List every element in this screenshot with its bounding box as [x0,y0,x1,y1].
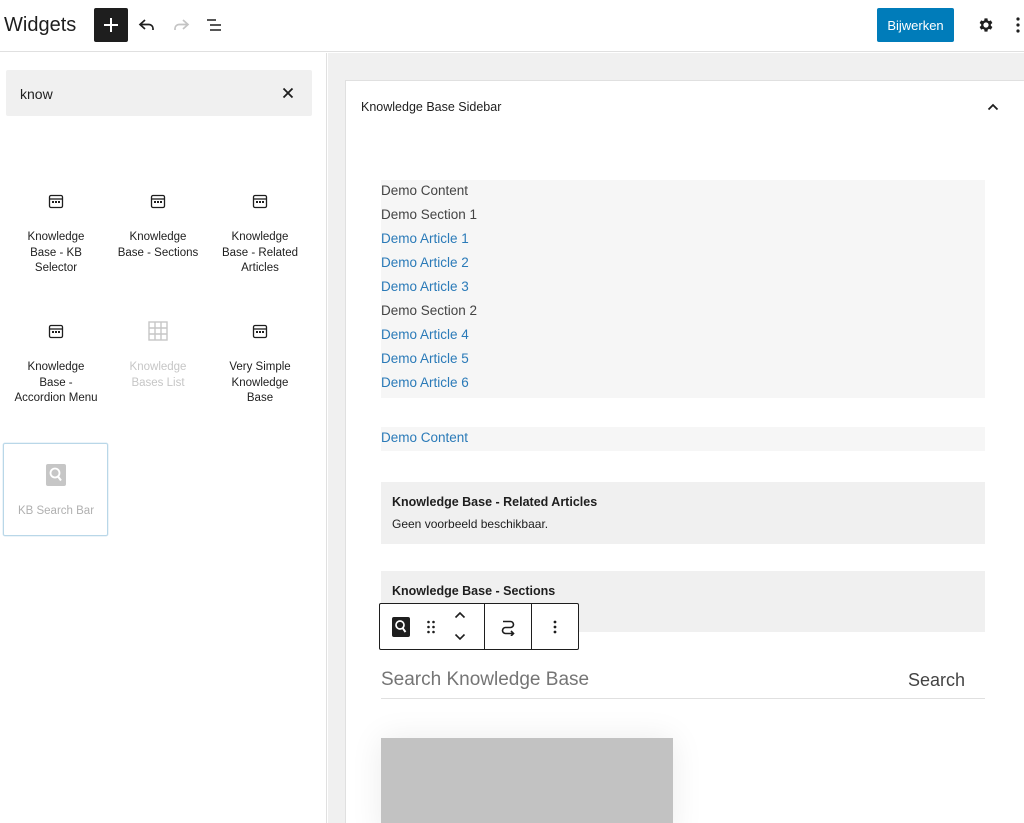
block-options-button[interactable] [532,604,578,649]
list-item: Demo Section 1 [381,207,478,222]
redo-icon [174,19,190,30]
widget-area-header[interactable]: Knowledge Base Sidebar [346,81,1024,135]
block-item-label: Knowledge Bases List [129,361,187,389]
list-item-link[interactable]: Demo Article 6 [381,374,469,392]
list-item-link[interactable]: Demo Article 3 [381,278,469,296]
widget-area-kb-sidebar: Knowledge Base Sidebar Demo Content Demo… [345,80,1024,823]
list-item-link[interactable]: Demo Article 5 [381,350,469,368]
transform-button[interactable] [485,604,531,649]
image-placeholder [381,738,673,823]
block-inserter-toggle-button[interactable] [94,8,128,42]
undo-button[interactable] [134,12,160,38]
block-item-very-simple-kb[interactable]: Very Simple Knowledge Base [208,308,312,420]
block-item-label: Knowledge Base - Sections [117,231,199,259]
block-item-label: Knowledge Base - Related Articles [221,231,299,274]
block-item-label: KB Search Bar [17,505,95,517]
block-item-kb-related-articles[interactable]: Knowledge Base - Related Articles [208,178,312,290]
transform-icon [501,620,515,636]
kb-search-bar-block[interactable]: Search Knowledge Base Search [381,661,985,699]
drag-handle-icon [427,620,435,633]
block-item-label: Knowledge Base - Accordion Menu [14,361,98,404]
drag-handle[interactable] [420,604,442,649]
block-item-kb-search-bar[interactable]: KB Search Bar [3,443,108,536]
list-item-link[interactable]: Demo Article 4 [381,326,469,344]
collapse-widget-area-button[interactable] [982,96,1004,118]
close-icon [282,87,294,99]
chevron-up-icon [454,611,466,619]
clear-search-button[interactable] [278,83,298,103]
redo-button[interactable] [168,12,194,38]
block-search [6,70,312,116]
block-toolbar [379,603,579,650]
demo-content-block[interactable]: Demo Content [381,427,985,451]
block-preview-title: Knowledge Base - Sections [392,584,556,598]
more-vertical-icon [1016,17,1020,33]
block-item-kb-sections[interactable]: Knowledge Base - Sections [106,178,210,290]
kb-menu-list-block[interactable]: Demo Content Demo Section 1 Demo Article… [381,180,985,398]
kb-search-input[interactable]: Search Knowledge Base [381,669,589,691]
undo-icon [138,19,154,30]
widgets-canvas: Knowledge Base Sidebar Demo Content Demo… [328,53,1024,823]
editor-header: Widgets Bijwerken [0,0,1024,52]
update-button[interactable]: Bijwerken [877,8,954,42]
block-search-input[interactable] [20,84,270,104]
block-item-label: Very Simple Knowledge Base [229,361,291,404]
block-item-kb-list[interactable]: Knowledge Bases List [106,308,210,420]
settings-button[interactable] [973,12,999,38]
move-up-button[interactable] [448,604,472,626]
plus-icon [104,18,118,32]
move-down-button[interactable] [448,626,472,648]
chevron-down-icon [454,633,466,641]
gear-icon [979,18,993,32]
calendar-icon [249,320,271,342]
block-type-button[interactable] [387,604,415,649]
grid-icon [147,320,169,342]
list-item-link[interactable]: Demo Article 2 [381,254,469,272]
list-item-link[interactable]: Demo Article 1 [381,230,469,248]
list-item: Demo Section 2 [381,303,478,318]
chevron-up-icon [987,103,999,111]
related-articles-block[interactable]: Knowledge Base - Related Articles Geen v… [381,482,985,544]
block-preview-title: Knowledge Base - Related Articles [392,495,598,509]
page-title: Widgets [4,14,77,36]
kb-search-icon [392,616,410,637]
block-preview-text: Geen voorbeeld beschikbaar. [392,517,549,531]
block-item-kb-selector[interactable]: Knowledge Base - KB Selector [4,178,108,290]
block-item-kb-accordion-menu[interactable]: Knowledge Base - Accordion Menu [4,308,108,420]
list-item: Demo Content [381,183,469,198]
calendar-icon [249,190,271,212]
widget-area-title: Knowledge Base Sidebar [361,100,502,114]
calendar-icon [45,190,67,212]
block-inserter-panel: Knowledge Base - KB Selector Knowledge B… [0,53,327,823]
kb-search-icon [45,464,67,486]
options-menu-button[interactable] [1012,12,1024,38]
kb-search-button[interactable]: Search [908,670,965,691]
demo-content-link[interactable]: Demo Content [381,430,468,445]
list-view-button[interactable] [202,12,228,38]
more-vertical-icon [553,620,557,633]
calendar-icon [147,190,169,212]
block-item-label: Knowledge Base - KB Selector [27,231,85,274]
list-view-icon [207,19,221,31]
calendar-icon [45,320,67,342]
